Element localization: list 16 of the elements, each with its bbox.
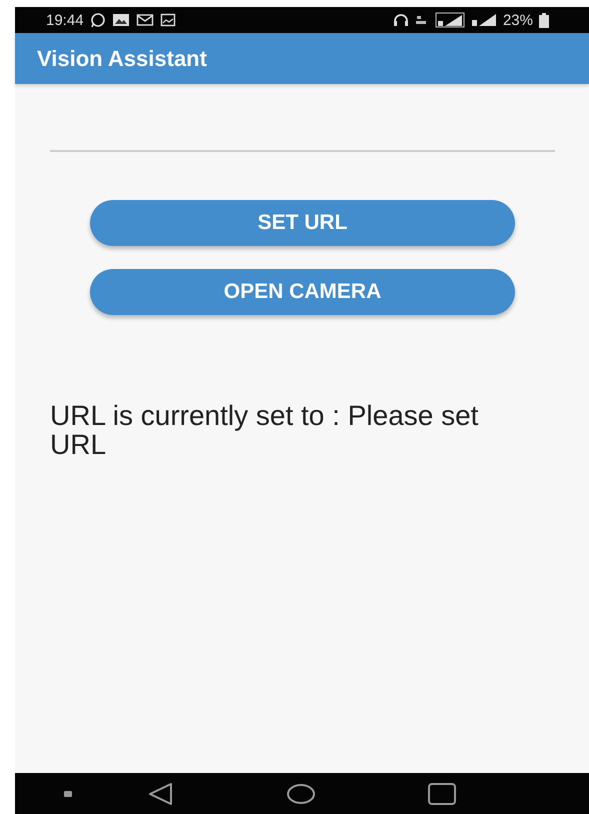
mail-icon <box>136 13 154 27</box>
back-icon[interactable] <box>148 782 174 806</box>
action-button[interactable]: SET URL <box>90 200 515 246</box>
url-status-text: URL is currently set to : Please set URL <box>50 401 480 460</box>
headphones-icon <box>392 13 409 27</box>
action-button[interactable]: OPEN CAMERA <box>90 269 515 315</box>
home-icon[interactable] <box>286 782 316 804</box>
battery-icon <box>539 12 549 28</box>
signal-icon <box>470 13 497 27</box>
battery-percent: 23% <box>502 12 533 28</box>
recents-icon[interactable] <box>428 782 456 804</box>
image-icon <box>112 13 130 27</box>
status-time: 19:44 <box>46 12 84 28</box>
app-title: Vision Assistant <box>37 46 207 72</box>
signal-icon <box>434 12 465 28</box>
volte-icon <box>414 13 429 27</box>
